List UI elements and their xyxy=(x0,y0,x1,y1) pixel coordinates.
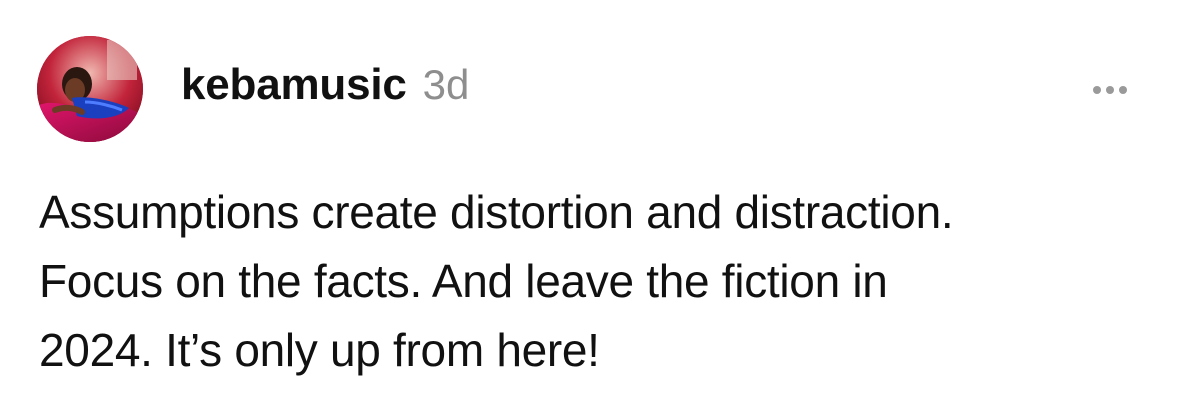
more-options-button[interactable] xyxy=(1084,78,1136,102)
post-text-line: 2024. It’s only up from here! xyxy=(39,324,600,376)
post-text: Assumptions create distortion and distra… xyxy=(39,178,1149,385)
username[interactable]: kebamusic xyxy=(181,60,407,110)
ellipsis-icon xyxy=(1093,86,1101,94)
post-header: kebamusic 3d xyxy=(181,60,469,120)
post-text-line: Focus on the facts. And leave the fictio… xyxy=(39,255,888,307)
profile-photo-icon xyxy=(37,36,143,142)
post-card: kebamusic 3d Assumptions create distorti… xyxy=(0,0,1179,404)
post-text-line: Assumptions create distortion and distra… xyxy=(39,186,954,238)
avatar[interactable] xyxy=(37,36,143,142)
ellipsis-icon xyxy=(1119,86,1127,94)
ellipsis-icon xyxy=(1106,86,1114,94)
timestamp: 3d xyxy=(422,61,470,108)
